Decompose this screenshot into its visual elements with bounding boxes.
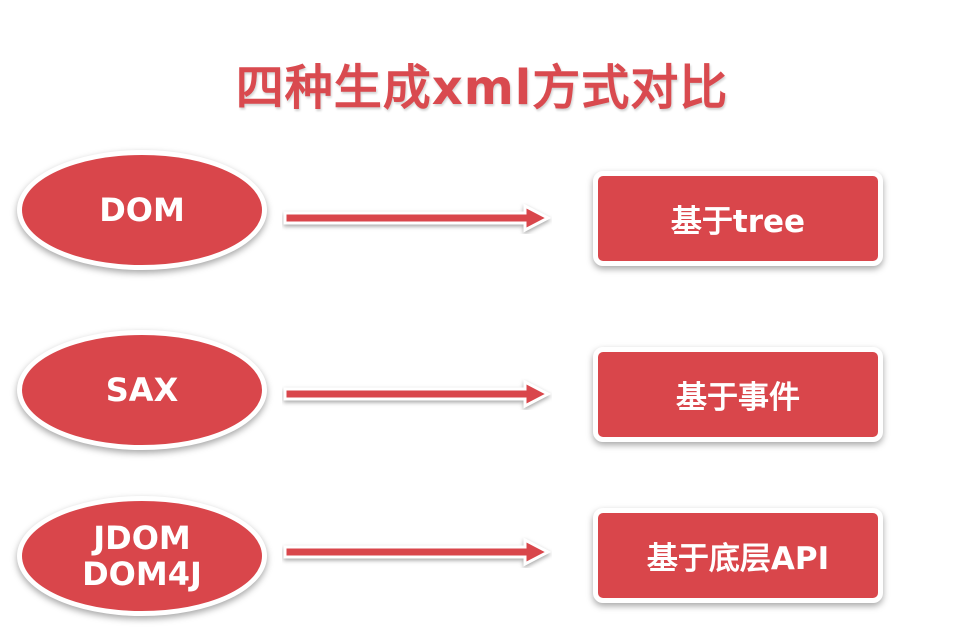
- method-jdom-dom4j: JDOM DOM4J: [17, 496, 267, 616]
- method-label: DOM: [99, 191, 185, 229]
- method-sax: SAX: [17, 330, 267, 450]
- method-label: JDOM: [93, 519, 191, 557]
- right-arrow-icon: [283, 203, 552, 233]
- basis-tree: 基于tree: [593, 171, 883, 266]
- method-label: SAX: [105, 371, 179, 409]
- basis-event: 基于事件: [593, 347, 883, 442]
- basis-label: 基于底层API: [646, 541, 830, 577]
- basis-api: 基于底层API: [593, 508, 883, 603]
- method-label: DOM4J: [82, 555, 202, 593]
- right-arrow-icon: [283, 537, 552, 567]
- right-arrow-icon: [283, 379, 552, 409]
- basis-label: 基于事件: [676, 380, 800, 416]
- basis-label: 基于tree: [670, 204, 806, 240]
- method-dom: DOM: [17, 150, 267, 270]
- page-title: 四种生成xml方式对比: [235, 60, 729, 116]
